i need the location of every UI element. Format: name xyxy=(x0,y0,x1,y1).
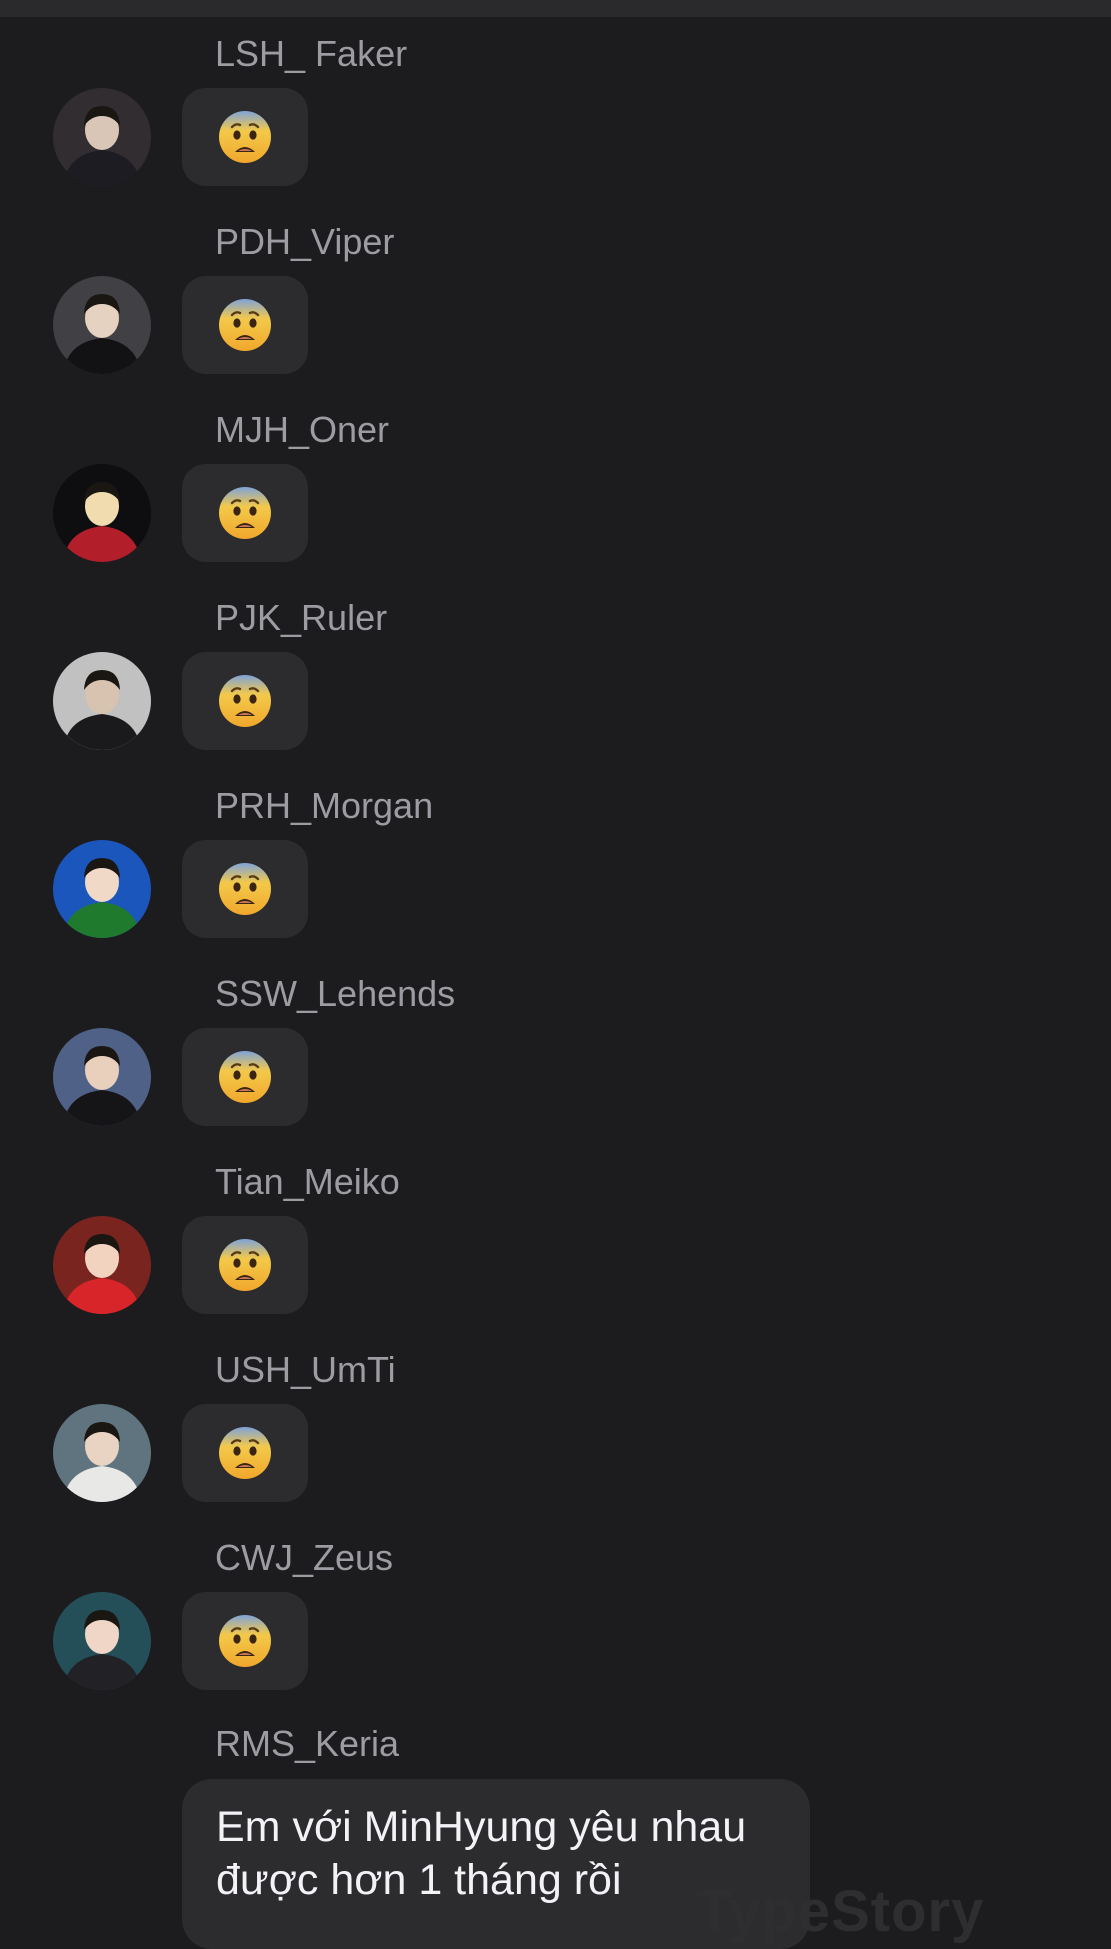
fearful-face-icon xyxy=(218,1238,272,1292)
fearful-face-icon xyxy=(218,1614,272,1668)
avatar[interactable] xyxy=(53,464,151,562)
avatar[interactable] xyxy=(53,276,151,374)
fearful-face-icon xyxy=(218,1050,272,1104)
sender-name: Tian_Meiko xyxy=(215,1161,400,1202)
sender-name: PJK_Ruler xyxy=(215,597,388,638)
message-group: SSW_Lehends xyxy=(0,940,1111,1128)
sender-name: MJH_Oner xyxy=(215,409,390,450)
message-group: Tian_Meiko xyxy=(0,1128,1111,1316)
avatar[interactable] xyxy=(53,1592,151,1690)
avatar[interactable] xyxy=(53,1028,151,1126)
fearful-face-icon xyxy=(218,862,272,916)
sender-name: LSH_ Faker xyxy=(215,33,408,74)
fearful-face-icon xyxy=(218,486,272,540)
avatar[interactable] xyxy=(53,1404,151,1502)
sender-name: SSW_Lehends xyxy=(215,973,456,1014)
sender-name: CWJ_Zeus xyxy=(215,1537,394,1578)
sender-name: PRH_Morgan xyxy=(215,785,434,826)
message-text: Em với MinHyung yêu nhau được hơn 1 thán… xyxy=(216,1803,747,1904)
avatar[interactable] xyxy=(53,88,151,186)
fearful-face-icon xyxy=(218,110,272,164)
message-bubble[interactable] xyxy=(182,840,308,938)
sender-name: USH_UmTi xyxy=(215,1349,396,1390)
message-group: USH_UmTi xyxy=(0,1316,1111,1504)
avatar[interactable] xyxy=(53,1216,151,1314)
message-bubble[interactable] xyxy=(182,652,308,750)
message-bubble[interactable] xyxy=(182,1216,308,1314)
message-group: PRH_Morgan xyxy=(0,752,1111,940)
sender-name: RMS_Keria xyxy=(215,1723,400,1764)
message-bubble[interactable] xyxy=(182,1028,308,1126)
fearful-face-icon xyxy=(218,674,272,728)
message-bubble[interactable] xyxy=(182,464,308,562)
fearful-face-icon xyxy=(218,1426,272,1480)
message-group: MJH_Oner xyxy=(0,376,1111,564)
message-bubble[interactable] xyxy=(182,1592,308,1690)
watermark: TypeStory xyxy=(696,1879,985,1944)
message-group: CWJ_Zeus xyxy=(0,1504,1111,1692)
message-group: PDH_Viper xyxy=(0,188,1111,376)
message-bubble[interactable] xyxy=(182,276,308,374)
message-group: LSH_ Faker xyxy=(0,0,1111,188)
fearful-face-icon xyxy=(218,298,272,352)
avatar[interactable] xyxy=(53,652,151,750)
message-group: PJK_Ruler xyxy=(0,564,1111,752)
message-bubble[interactable] xyxy=(182,88,308,186)
avatar[interactable] xyxy=(53,840,151,938)
sender-name: PDH_Viper xyxy=(215,221,395,262)
chat-thread[interactable]: LSH_ Faker PDH_Viper MJH_Oner PJK_Ruler PRH_… xyxy=(0,0,1111,1949)
message-bubble[interactable] xyxy=(182,1404,308,1502)
